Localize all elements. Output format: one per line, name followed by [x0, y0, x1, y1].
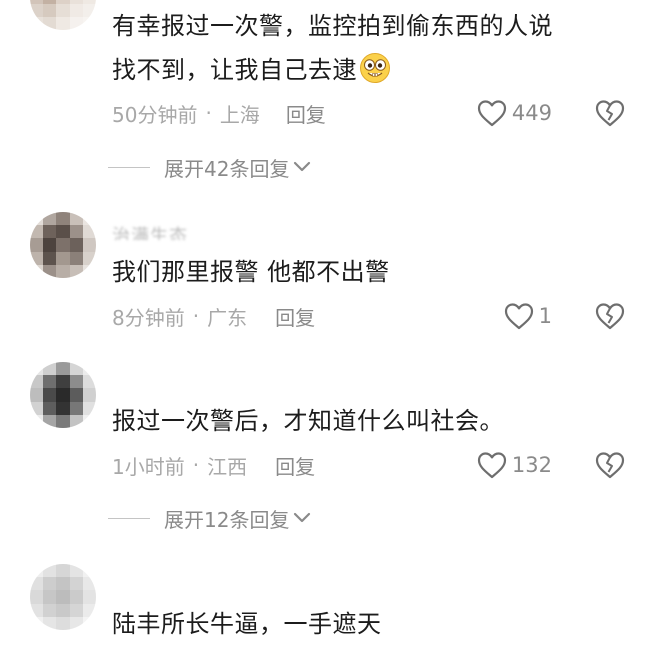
reply-button[interactable]: 回复	[286, 99, 326, 128]
grinning-face-emoji	[360, 53, 390, 83]
reply-button[interactable]: 回复	[275, 302, 315, 331]
comment-time: 8分钟前	[112, 305, 185, 330]
comment-text-line: 找不到，让我自己去逮	[112, 48, 553, 92]
avatar[interactable]	[30, 564, 96, 630]
comment-time: 50分钟前	[112, 102, 198, 127]
expand-replies-button[interactable]: 展开42条回复	[108, 152, 311, 182]
heart-outline-icon	[477, 452, 507, 479]
broken-heart-icon[interactable]	[594, 98, 626, 128]
comment-text-line: 有幸报过一次警，监控拍到偷东西的人说	[112, 12, 553, 40]
like-count: 449	[511, 101, 552, 125]
chevron-down-icon	[294, 512, 311, 523]
comment-text: 有幸报过一次警，监控拍到偷东西的人说 找不到，让我自己去逮	[112, 4, 553, 92]
avatar[interactable]	[30, 0, 96, 30]
expand-divider	[108, 166, 150, 168]
broken-heart-icon[interactable]	[594, 301, 626, 331]
like-button[interactable]: 1	[503, 301, 552, 331]
comment-time: 1小时前	[112, 454, 185, 479]
reply-button[interactable]: 回复	[275, 451, 315, 480]
like-button[interactable]: 449	[476, 98, 552, 128]
meta-separator: ·	[192, 304, 200, 328]
like-button[interactable]: 132	[476, 450, 552, 480]
comment-text-line: 陆丰所长牛逼，一手遮天	[112, 610, 382, 638]
avatar[interactable]	[30, 212, 96, 278]
like-count: 1	[538, 304, 552, 328]
comment-text: 我们那里报警 他都不出警	[112, 250, 390, 294]
comment-meta: 50分钟前 · 上海 回复	[112, 98, 326, 128]
comment-meta: 1小时前 · 江西 回复	[112, 450, 315, 480]
like-count: 132	[511, 453, 552, 477]
meta-separator: ·	[205, 101, 212, 125]
comment-text: 报过一次警后，才知道什么叫社会。	[112, 399, 504, 443]
comment-text-line: 我们那里报警 他都不出警	[112, 258, 390, 286]
heart-outline-icon	[504, 303, 533, 330]
expand-replies-button[interactable]: 展开12条回复	[108, 503, 311, 533]
comment-location: 广东	[207, 305, 248, 330]
comment-username[interactable]: 治满生态	[112, 222, 188, 240]
comment-text: 陆丰所长牛逼，一手遮天	[112, 602, 382, 646]
meta-separator: ·	[192, 453, 200, 477]
expand-divider	[108, 517, 150, 519]
comment-location: 上海	[219, 102, 260, 127]
comment-location: 江西	[207, 454, 248, 479]
chevron-down-icon	[294, 161, 311, 172]
comment-meta: 8分钟前 · 广东 回复	[112, 301, 315, 331]
expand-replies-label: 展开42条回复	[164, 156, 290, 181]
comment-text-line: 报过一次警后，才知道什么叫社会。	[112, 407, 504, 435]
broken-heart-icon[interactable]	[594, 450, 626, 480]
expand-replies-label: 展开12条回复	[164, 507, 290, 532]
heart-outline-icon	[477, 100, 507, 127]
avatar[interactable]	[30, 362, 96, 428]
